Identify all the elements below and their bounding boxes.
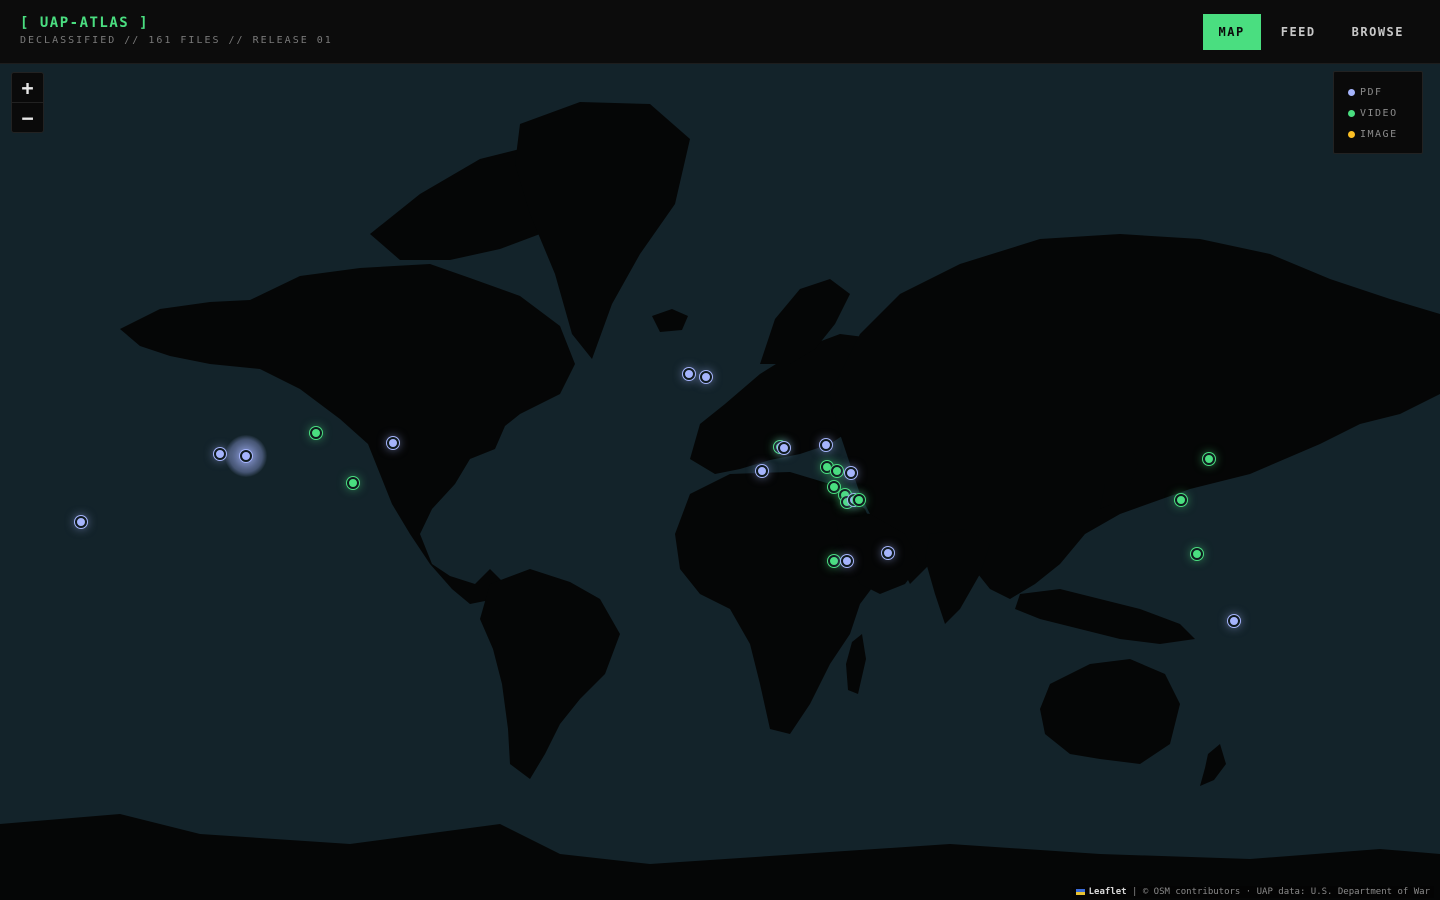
pdf-marker[interactable] (1227, 615, 1240, 628)
map-basemap (0, 102, 1440, 900)
zoom-in-button[interactable]: + (12, 73, 43, 102)
landmass-madagascar (846, 634, 866, 694)
landmass-new-zealand (1200, 744, 1226, 786)
leaflet-link[interactable]: Leaflet (1089, 887, 1127, 897)
app-title: [ UAP-ATLAS ] (20, 15, 150, 31)
main-nav: MAP FEED BROWSE (1199, 14, 1420, 50)
video-marker[interactable] (827, 480, 840, 493)
pdf-marker[interactable] (240, 450, 253, 462)
pdf-marker[interactable] (386, 436, 399, 449)
landmass-iceland (652, 309, 688, 332)
nav-feed-button[interactable]: FEED (1265, 14, 1332, 50)
map-legend: PDF VIDEO IMAGE (1333, 71, 1423, 154)
landmass-southeast-asia-islands (1015, 589, 1195, 644)
pdf-marker[interactable] (840, 554, 853, 567)
brand: [ UAP-ATLAS ] DECLASSIFIED // 161 FILES … (20, 15, 333, 46)
attribution-text: | © OSM contributors · UAP data: U.S. De… (1126, 887, 1430, 897)
legend-label: PDF (1360, 87, 1383, 98)
ukraine-flag-icon (1075, 888, 1085, 895)
video-marker[interactable] (1202, 452, 1215, 465)
legend-label: IMAGE (1360, 129, 1398, 140)
map-attribution: Leaflet | © OSM contributors · UAP data:… (1071, 886, 1434, 898)
zoom-control: + − (11, 72, 44, 133)
legend-item-pdf: PDF (1348, 82, 1422, 103)
world-map[interactable]: + − PDF VIDEO IMAGE Leaflet | © OSM cont… (0, 64, 1440, 900)
legend-label: VIDEO (1360, 108, 1398, 119)
pdf-marker[interactable] (213, 448, 226, 461)
video-marker[interactable] (1191, 547, 1204, 560)
landmass-south-america (480, 569, 620, 779)
video-dot-icon (1348, 110, 1355, 117)
video-marker[interactable] (1175, 493, 1188, 506)
landmass-north-america (120, 264, 575, 604)
pdf-marker[interactable] (881, 547, 894, 560)
top-bar: [ UAP-ATLAS ] DECLASSIFIED // 161 FILES … (0, 0, 1440, 64)
pdf-marker[interactable] (777, 442, 790, 455)
pdf-marker[interactable] (75, 515, 88, 528)
legend-item-image: IMAGE (1348, 124, 1422, 145)
pdf-marker[interactable] (819, 438, 832, 451)
app-root: [ UAP-ATLAS ] DECLASSIFIED // 161 FILES … (0, 0, 1440, 900)
landmass-asia (830, 234, 1440, 599)
zoom-out-button[interactable]: − (12, 102, 43, 132)
pdf-dot-icon (1348, 89, 1355, 96)
nav-map-button[interactable]: MAP (1202, 14, 1261, 50)
landmass-australia (1040, 659, 1180, 764)
nav-browse-button[interactable]: BROWSE (1336, 14, 1420, 50)
legend-item-video: VIDEO (1348, 103, 1422, 124)
pdf-marker[interactable] (682, 367, 695, 380)
image-dot-icon (1348, 131, 1355, 138)
app-subtitle: DECLASSIFIED // 161 FILES // RELEASE 01 (20, 35, 333, 46)
video-marker[interactable] (827, 554, 840, 567)
